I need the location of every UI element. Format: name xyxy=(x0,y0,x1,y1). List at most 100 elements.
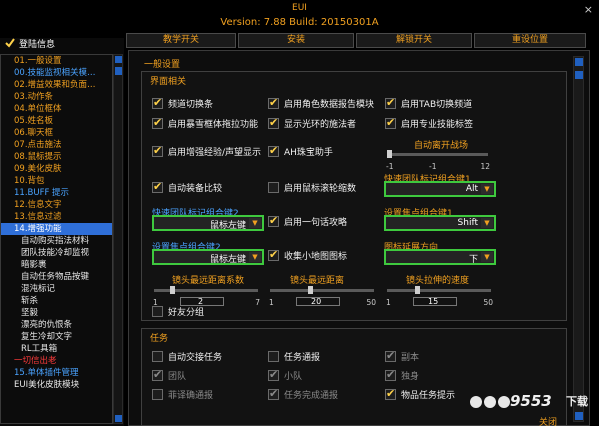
tree-item[interactable]: 05.姓名板 xyxy=(1,115,112,127)
cb-trans-report[interactable]: 菲译确通报 xyxy=(152,389,213,403)
checkbox[interactable] xyxy=(268,248,279,262)
checkbox[interactable] xyxy=(152,180,163,194)
cb-solo[interactable]: 独身 xyxy=(385,368,419,384)
chevron-down-icon[interactable]: ▼ xyxy=(249,252,261,262)
checkbox[interactable] xyxy=(268,368,279,382)
tree-item[interactable]: 坚毅 xyxy=(1,307,112,319)
chevron-down-icon[interactable]: ▼ xyxy=(481,184,493,194)
tree-item[interactable]: 自动任务物品按键 xyxy=(1,271,112,283)
scroll-up-icon[interactable] xyxy=(115,56,122,63)
tab-reset-position[interactable]: 重设位置 xyxy=(474,33,586,48)
checkbox[interactable] xyxy=(268,116,279,130)
checkbox[interactable] xyxy=(268,387,279,401)
tree-item[interactable]: 06.聊天框 xyxy=(1,127,112,139)
slider-knob[interactable] xyxy=(415,286,420,294)
tree-item[interactable]: 团队技能冷却监视 xyxy=(1,247,112,259)
tree-item[interactable]: 暗影裹 xyxy=(1,259,112,271)
tree-item[interactable]: 自动购买指法材料 xyxy=(1,235,112,247)
checkbox[interactable] xyxy=(152,306,163,317)
cb-prof-tabs[interactable]: 启用专业技能标签 xyxy=(385,116,473,132)
tree-item[interactable]: 09.美化皮肤 xyxy=(1,163,112,175)
tab-install[interactable]: 安装 xyxy=(238,33,354,48)
tab-tutorial[interactable]: 教学开关 xyxy=(126,33,236,48)
tree-item[interactable]: 11.BUFF 提示 xyxy=(1,187,112,199)
cb-char-report[interactable]: 启用角色数据报告模块 xyxy=(268,96,374,112)
checkbox[interactable] xyxy=(268,144,279,158)
tree-item[interactable]: EUI美化皮肤模块 xyxy=(1,379,112,391)
cb-ah-jewel[interactable]: AH珠宝助手 xyxy=(268,144,333,160)
cb-item-quest-tip[interactable]: 物品任务提示 xyxy=(385,387,455,403)
slider-knob[interactable] xyxy=(308,286,313,294)
scroll-up-icon[interactable] xyxy=(575,58,583,66)
quick-mark2-dropdown[interactable]: 鼠标左键 ▼ xyxy=(152,215,264,231)
checkbox[interactable] xyxy=(152,389,163,400)
tree-item[interactable]: 08.鼠标提示 xyxy=(1,151,112,163)
quick-mark-dropdown[interactable]: Alt ▼ xyxy=(384,181,496,197)
tree-item[interactable]: RL工具箱 xyxy=(1,343,112,355)
auto-leave-slider[interactable]: -1 -1 12 xyxy=(385,150,490,171)
tree-item[interactable]: 02.增益效果和负面… xyxy=(1,79,112,91)
chevron-down-icon[interactable]: ▼ xyxy=(249,218,261,228)
tree-root[interactable]: 登陆信息 xyxy=(5,38,55,52)
cam-factor-slider[interactable]: 1 2 7 xyxy=(152,286,260,307)
scroll-thumb[interactable] xyxy=(575,71,583,79)
focus-key-dropdown[interactable]: 鼠标左键 ▼ xyxy=(152,249,264,265)
tree-item[interactable]: 00.技能监视相关模… xyxy=(1,67,112,79)
cb-auto-quest[interactable]: 自动交接任务 xyxy=(152,351,222,365)
tree-item[interactable]: 12.信息文字 xyxy=(1,199,112,211)
slider-knob[interactable] xyxy=(170,286,175,294)
checkbox[interactable] xyxy=(268,214,279,228)
tree-item[interactable]: 漂亮的仇恨条 xyxy=(1,319,112,331)
cb-exp-rep[interactable]: 启用增强经验/声望显示 xyxy=(152,144,261,160)
tree-item[interactable]: 13.信息过滤 xyxy=(1,211,112,223)
cb-minimap-icons[interactable]: 收集小地图图标 xyxy=(268,248,347,264)
tab-unlock[interactable]: 解锁开关 xyxy=(356,33,472,48)
cb-frame-drag[interactable]: 启用暴雪框体拖拉功能 xyxy=(152,116,258,132)
cb-aura-caster[interactable]: 显示光环的施法者 xyxy=(268,116,356,132)
cb-mousewheel[interactable]: 启用鼠标滚轮缩数 xyxy=(268,182,356,196)
checkbox[interactable] xyxy=(268,96,279,110)
checkbox[interactable] xyxy=(152,368,163,382)
checkbox[interactable] xyxy=(152,351,163,362)
checkbox[interactable] xyxy=(385,349,396,363)
tree-item[interactable]: 07.点击施法 xyxy=(1,139,112,151)
checkbox[interactable] xyxy=(385,387,396,401)
cb-friend-group[interactable]: 好友分组 xyxy=(152,306,204,320)
scroll-down-icon[interactable] xyxy=(115,415,122,422)
cb-tab-channel[interactable]: 启用TAB切换频道 xyxy=(385,96,472,112)
tree-item[interactable]: 混沌标记 xyxy=(1,283,112,295)
tree-item[interactable]: 15.单体插件管理 xyxy=(1,367,112,379)
checkbox[interactable] xyxy=(152,116,163,130)
tree-item[interactable]: 04.单位框体 xyxy=(1,103,112,115)
cb-quest-complete[interactable]: 任务完成通报 xyxy=(268,387,338,403)
chevron-down-icon[interactable]: ▼ xyxy=(481,252,493,262)
cb-equip-compare[interactable]: 自动装备比较 xyxy=(152,180,222,196)
checkbox[interactable] xyxy=(152,96,163,110)
cb-dungeon[interactable]: 副本 xyxy=(385,349,419,365)
cb-raid[interactable]: 团队 xyxy=(152,368,186,384)
tree-item[interactable]: 01.一般设置 xyxy=(1,55,112,67)
focus-mod-dropdown[interactable]: Shift ▼ xyxy=(384,215,496,231)
checkbox[interactable] xyxy=(385,96,396,110)
checkbox[interactable] xyxy=(268,351,279,362)
checkbox[interactable] xyxy=(268,182,279,193)
cb-one-line-guide[interactable]: 启用一句话攻略 xyxy=(268,214,347,230)
checkbox[interactable] xyxy=(385,116,396,130)
cb-quest-report[interactable]: 任务通报 xyxy=(268,351,320,365)
chevron-down-icon[interactable]: ▼ xyxy=(481,218,493,228)
cb-channel-bar[interactable]: 频道切换条 xyxy=(152,96,213,112)
slider-knob[interactable] xyxy=(387,150,392,158)
icon-dir-dropdown[interactable]: 下 ▼ xyxy=(384,249,496,265)
tree-item[interactable]: 一切信出老 xyxy=(1,355,112,367)
tree-item[interactable]: 03.动作条 xyxy=(1,91,112,103)
tree-list[interactable]: 01.一般设置 00.技能监视相关模… 02.增益效果和负面… 03.动作条 04.单位… xyxy=(0,54,113,424)
tree-item[interactable]: 10.背包 xyxy=(1,175,112,187)
close-icon[interactable]: × xyxy=(584,3,593,16)
tree-item[interactable]: 14.增强功能 xyxy=(1,223,112,235)
main-scrollbar[interactable] xyxy=(573,56,584,422)
cb-party[interactable]: 小队 xyxy=(268,368,302,384)
scroll-thumb[interactable] xyxy=(115,67,122,75)
tree-scrollbar[interactable] xyxy=(113,54,123,424)
checkbox[interactable] xyxy=(385,368,396,382)
cam-dist-slider[interactable]: 1 20 50 xyxy=(268,286,376,307)
